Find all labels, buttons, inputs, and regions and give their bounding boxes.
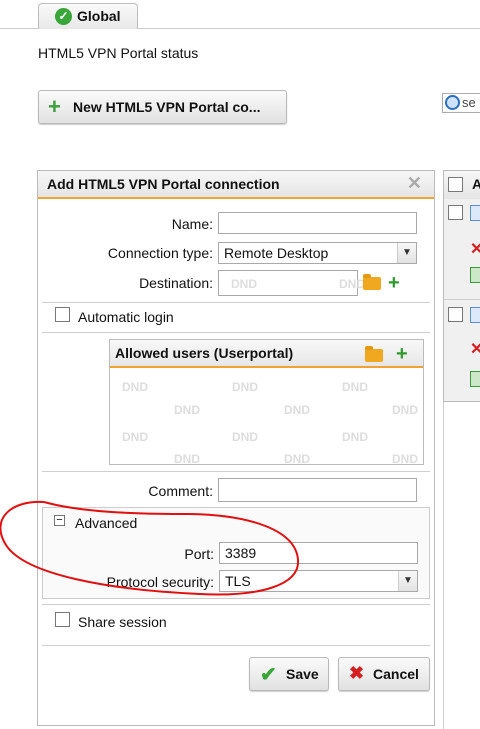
red-annotation-circle bbox=[0, 500, 300, 596]
